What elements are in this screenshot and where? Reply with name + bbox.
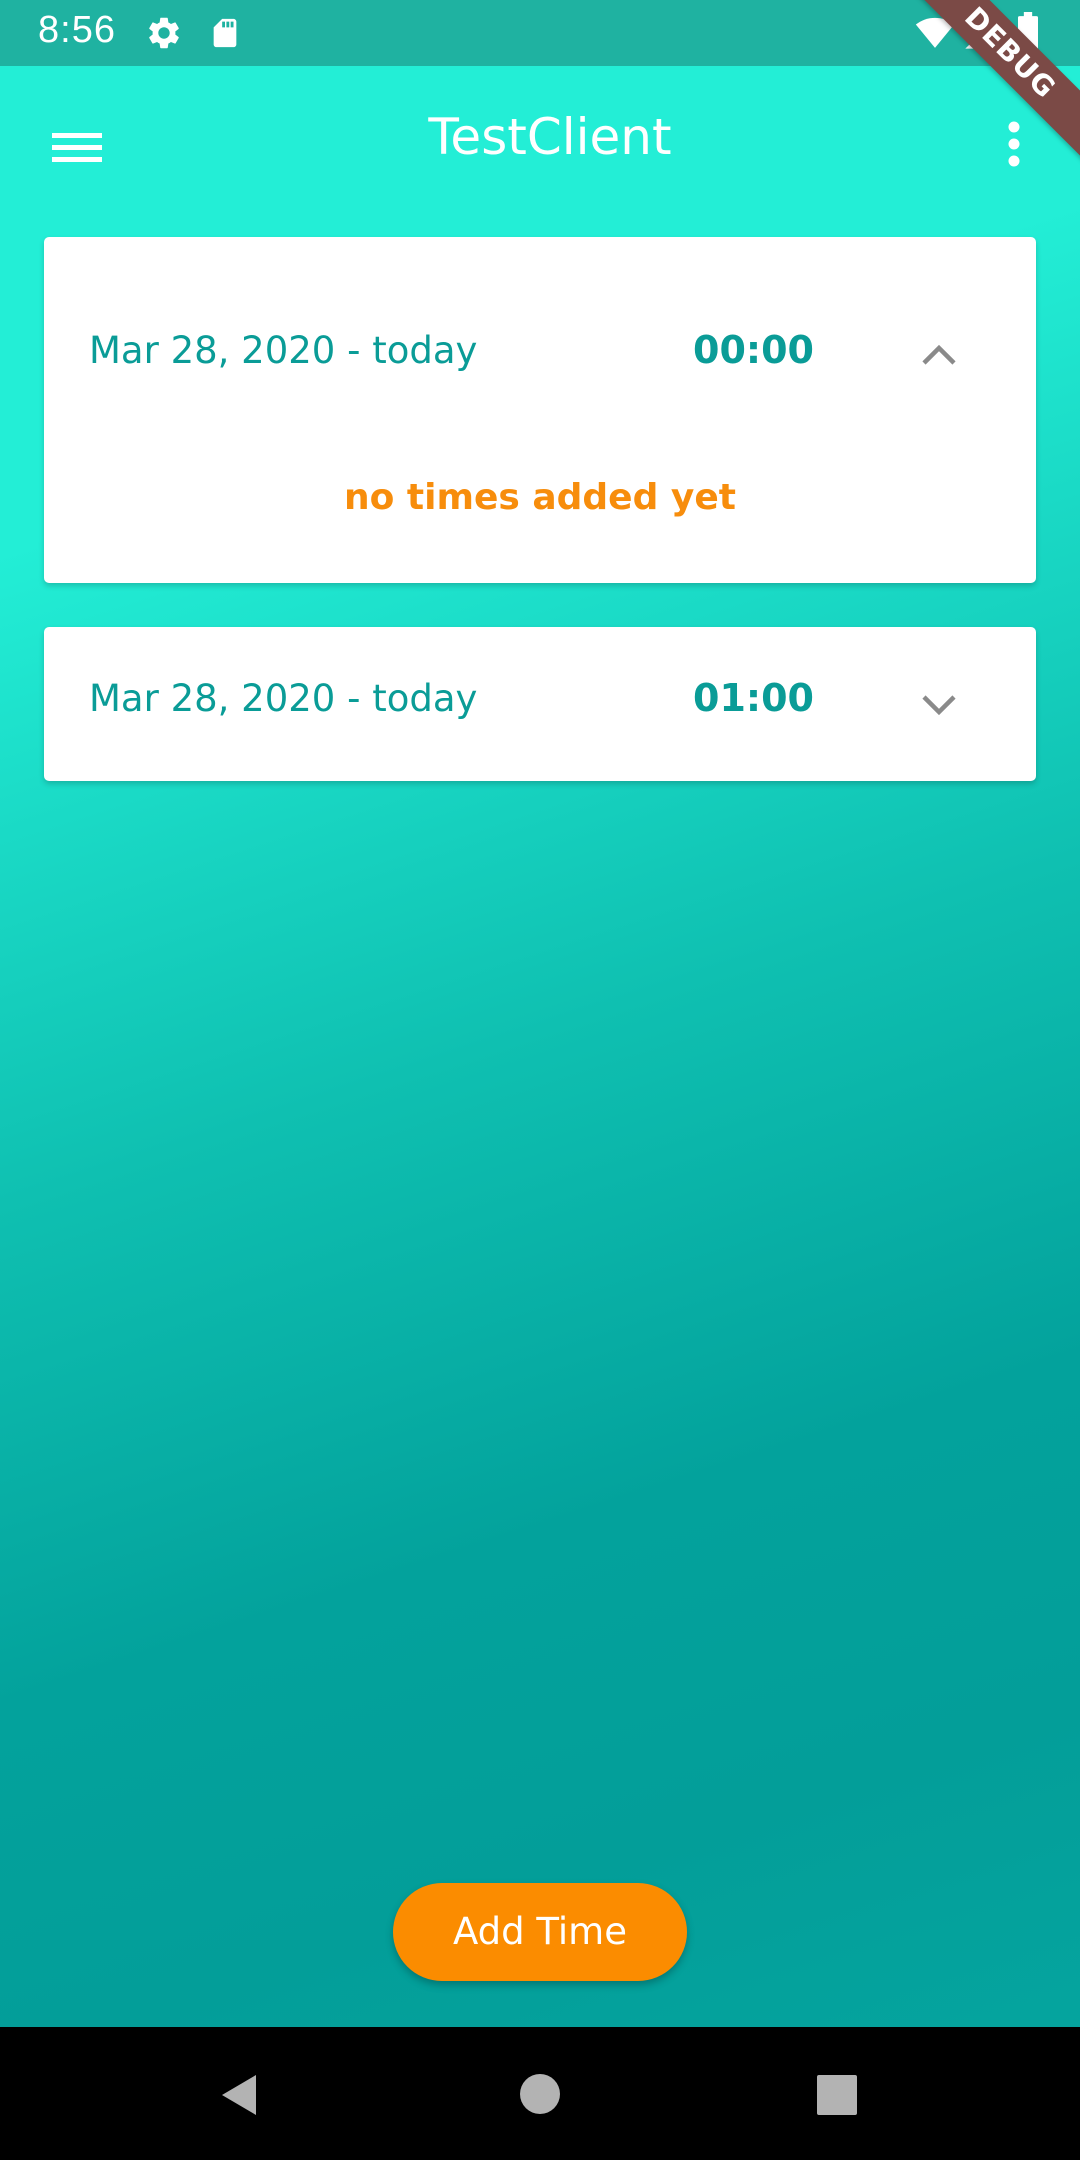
status-bar: 8:56 [0,0,1080,66]
empty-times-message: no times added yet [344,477,736,518]
system-nav-bar [0,2027,1080,2160]
overflow-menu-button[interactable] [990,112,1038,184]
status-time: 8:56 [38,9,116,51]
period-total-label: 00:00 [693,328,814,372]
app-screen: 8:56 TestClient Mar 28, 2020 - today 00:… [0,0,1080,2160]
period-range-label: Mar 28, 2020 - today [89,329,478,372]
recents-square-icon[interactable] [815,2073,859,2117]
app-title: TestClient [428,108,672,166]
period-card-collapsed: Mar 28, 2020 - today 01:00 [44,627,1036,781]
more-vert-icon [1008,121,1020,167]
period-card-expanded: Mar 28, 2020 - today 00:00 no times adde… [44,237,1036,583]
app-bar: TestClient [0,66,1080,220]
settings-gear-icon [145,14,183,56]
period-total-label: 01:00 [693,676,814,720]
period-card-header[interactable]: Mar 28, 2020 - today 00:00 [44,279,1036,433]
sd-card-icon [208,14,242,56]
chevron-down-icon[interactable] [914,679,964,729]
home-circle-icon[interactable] [517,2071,563,2117]
period-card-header[interactable]: Mar 28, 2020 - today 01:00 [44,627,1036,781]
back-triangle-icon[interactable] [216,2071,264,2119]
period-range-label: Mar 28, 2020 - today [89,677,478,720]
chevron-up-icon[interactable] [914,331,964,381]
add-time-button[interactable]: Add Time [393,1883,687,1981]
